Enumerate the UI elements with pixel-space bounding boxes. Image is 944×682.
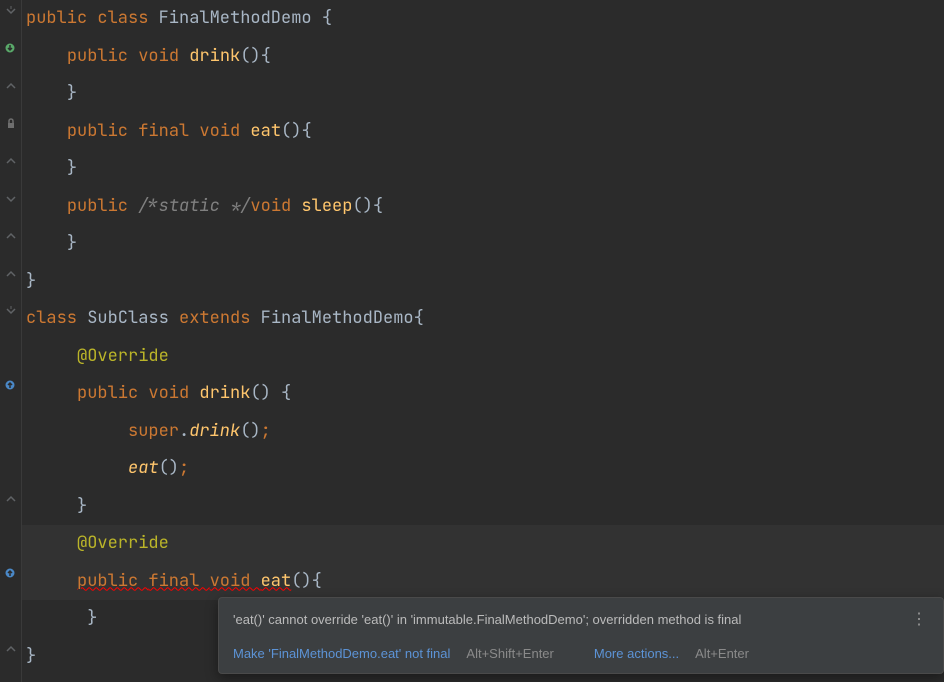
code-line[interactable]: public /*static */void sleep(){ bbox=[22, 188, 944, 226]
code-line[interactable]: public void drink() { bbox=[22, 375, 944, 413]
shortcut-label: Alt+Enter bbox=[695, 644, 749, 664]
fold-icon[interactable] bbox=[4, 642, 18, 656]
code-line[interactable]: } bbox=[22, 75, 944, 113]
fold-icon[interactable] bbox=[4, 304, 18, 318]
code-line[interactable]: } bbox=[22, 263, 944, 301]
code-line[interactable]: @Override bbox=[22, 525, 944, 563]
code-line[interactable]: public void drink(){ bbox=[22, 38, 944, 76]
shortcut-label: Alt+Shift+Enter bbox=[466, 644, 553, 664]
fold-icon[interactable] bbox=[4, 154, 18, 168]
code-line[interactable]: } bbox=[22, 488, 944, 526]
code-line[interactable]: super.drink(); bbox=[22, 413, 944, 451]
fold-icon[interactable] bbox=[4, 492, 18, 506]
kebab-icon[interactable]: ⋮ bbox=[907, 608, 931, 632]
gutter bbox=[0, 0, 22, 682]
code-line[interactable]: class SubClass extends FinalMethodDemo{ bbox=[22, 300, 944, 338]
code-line-error[interactable]: public final void eat(){ bbox=[22, 563, 944, 601]
code-line[interactable]: @Override bbox=[22, 338, 944, 376]
lock-icon[interactable] bbox=[4, 117, 18, 131]
fold-icon[interactable] bbox=[4, 229, 18, 243]
more-actions-link[interactable]: More actions... bbox=[594, 644, 679, 664]
tooltip-message-row: 'eat()' cannot override 'eat()' in 'immu… bbox=[219, 598, 943, 638]
code-line[interactable]: eat(); bbox=[22, 450, 944, 488]
code-line[interactable]: } bbox=[22, 225, 944, 263]
fold-icon[interactable] bbox=[4, 4, 18, 18]
code-line[interactable]: public class FinalMethodDemo { bbox=[22, 0, 944, 38]
fold-icon[interactable] bbox=[4, 267, 18, 281]
fold-icon[interactable] bbox=[4, 79, 18, 93]
override-down-icon[interactable] bbox=[4, 42, 16, 54]
override-up-icon[interactable] bbox=[4, 567, 16, 579]
code-area[interactable]: public class FinalMethodDemo { public vo… bbox=[22, 0, 944, 682]
fold-icon[interactable] bbox=[4, 192, 18, 206]
code-line[interactable]: public final void eat(){ bbox=[22, 113, 944, 151]
quickfix-link[interactable]: Make 'FinalMethodDemo.eat' not final bbox=[233, 644, 450, 664]
error-message: 'eat()' cannot override 'eat()' in 'immu… bbox=[233, 610, 907, 630]
override-up-icon[interactable] bbox=[4, 379, 16, 391]
code-line[interactable]: } bbox=[22, 150, 944, 188]
tooltip-actions-row: Make 'FinalMethodDemo.eat' not final Alt… bbox=[219, 638, 943, 674]
error-tooltip: 'eat()' cannot override 'eat()' in 'immu… bbox=[218, 597, 944, 675]
code-editor: public class FinalMethodDemo { public vo… bbox=[0, 0, 944, 682]
